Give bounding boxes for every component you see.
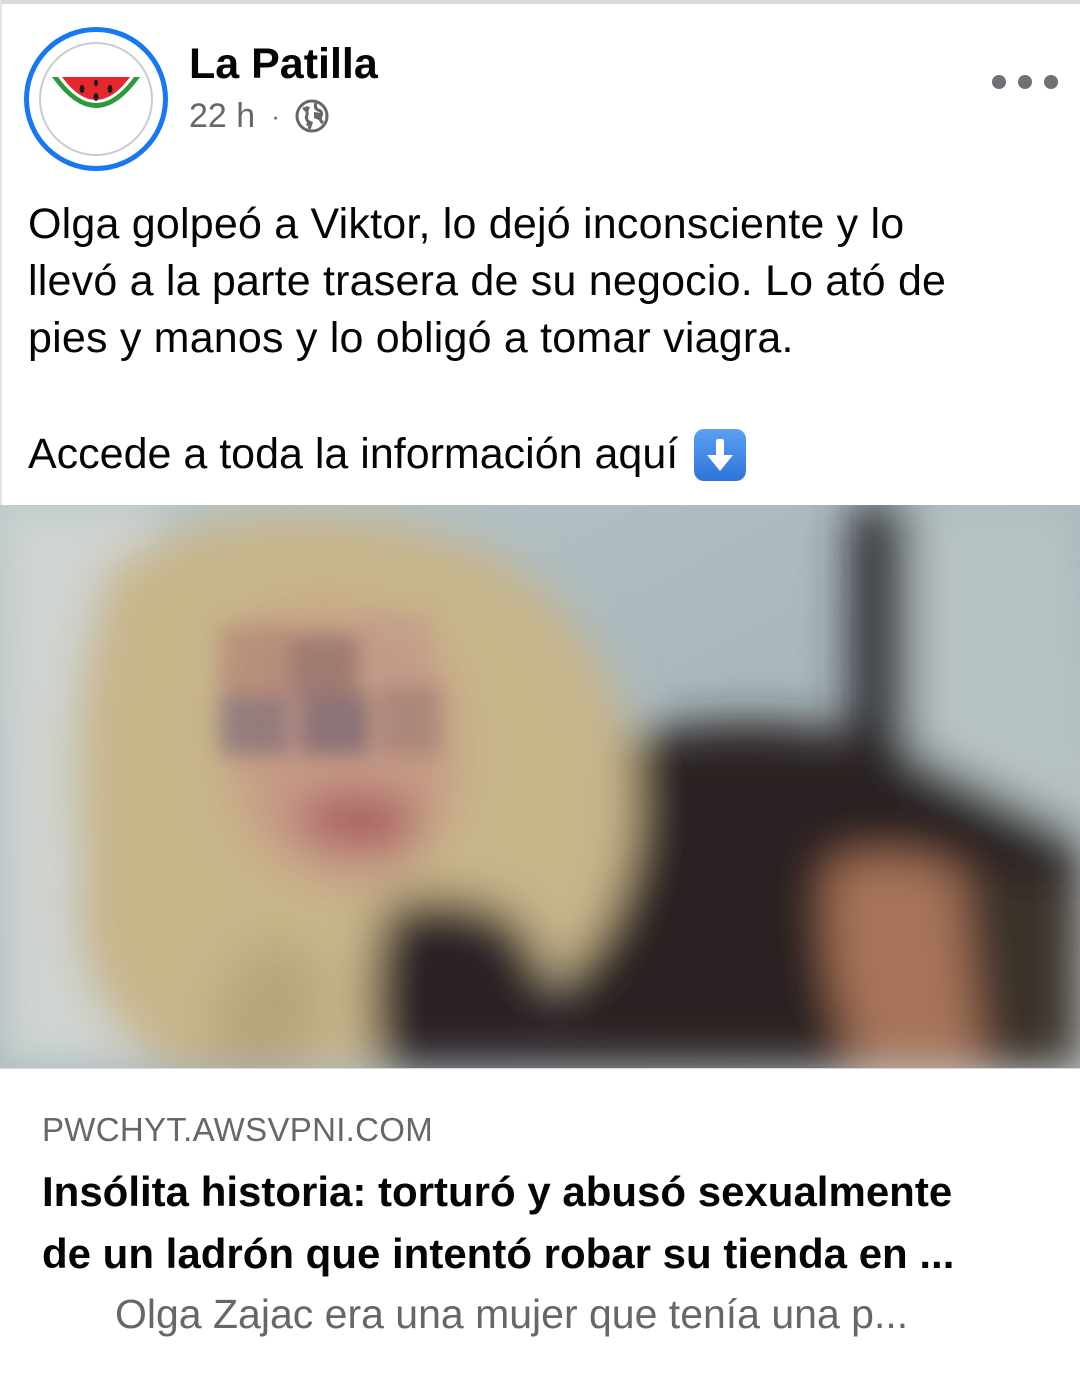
down-arrow-icon: [694, 428, 747, 481]
post-text-line: llevó a la parte trasera de su negocio. …: [28, 257, 947, 305]
more-dot: [1018, 75, 1032, 89]
link-domain: PWCHYT.AWSVPNI.COM: [42, 1111, 434, 1148]
facebook-post: La Patilla 22 h · Olga golpeó a Viktor, …: [0, 0, 1080, 1382]
more-dot: [992, 75, 1006, 89]
top-divider: [0, 0, 1080, 4]
blurred-photo: [0, 505, 1080, 1068]
post-meta: 22 h ·: [189, 95, 330, 137]
link-title-line: de un ladrón que intentó robar su tienda…: [42, 1230, 955, 1277]
post-time[interactable]: 22 h: [189, 97, 255, 136]
link-preview[interactable]: PWCHYT.AWSVPNI.COM Insólita historia: to…: [0, 1068, 1080, 1382]
page-avatar[interactable]: [24, 27, 168, 171]
post-text: Olga golpeó a Viktor, lo dejó inconscien…: [28, 196, 1058, 367]
meta-separator: ·: [271, 100, 280, 131]
more-options-icon[interactable]: [992, 62, 1058, 102]
link-title[interactable]: Insólita historia: torturó y abusó sexua…: [42, 1161, 1052, 1285]
post-cta: Accede a toda la información aquí: [28, 426, 747, 483]
link-title-line: Insólita historia: torturó y abusó sexua…: [42, 1168, 953, 1215]
link-description: Olga Zajac era una mujer que tenía una p…: [115, 1291, 909, 1337]
page-name[interactable]: La Patilla: [189, 36, 378, 92]
watermelon-logo-icon: [39, 42, 153, 156]
post-image[interactable]: [0, 505, 1080, 1068]
post-text-line: pies y manos y lo obligó a tomar viagra.: [28, 314, 794, 362]
cta-text: Accede a toda la información aquí: [28, 430, 679, 478]
globe-icon: [295, 99, 329, 133]
more-dot: [1044, 75, 1058, 89]
post-text-line: Olga golpeó a Viktor, lo dejó inconscien…: [28, 200, 905, 248]
